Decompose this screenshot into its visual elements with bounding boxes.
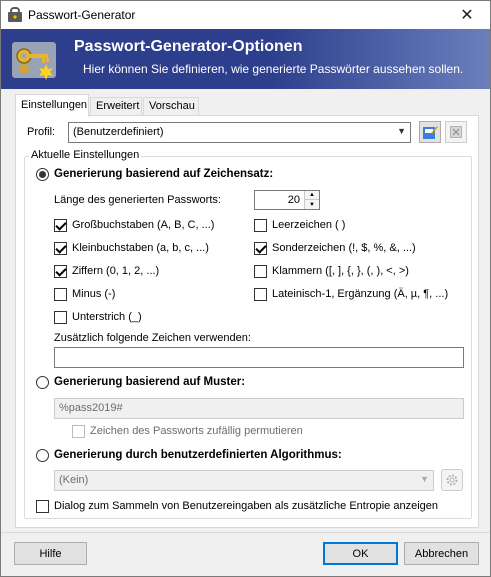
length-value: 20	[287, 194, 300, 206]
pattern-mode-radio[interactable]	[36, 376, 49, 389]
footer-separator	[1, 532, 490, 533]
tab-erweitert[interactable]: Erweitert	[90, 97, 142, 116]
tab-einstellungen[interactable]: Einstellungen	[15, 94, 89, 117]
brackets-checkbox[interactable]	[254, 265, 267, 278]
save-profile-icon	[423, 126, 438, 139]
algorithm-select[interactable]: (Kein) ▼	[54, 470, 434, 491]
space-checkbox[interactable]	[254, 219, 267, 232]
length-label: Länge des generierten Passworts:	[54, 194, 221, 206]
minus-label: Minus (-)	[72, 288, 116, 300]
special-checkbox[interactable]	[254, 242, 267, 255]
minus-checkbox[interactable]	[54, 288, 67, 301]
extra-chars-input[interactable]	[54, 347, 464, 368]
stepper-up-icon[interactable]: ▲	[304, 191, 319, 200]
save-profile-button[interactable]	[419, 121, 441, 143]
password-generator-window: Passwort-Generator ✕ Passwort-Generator-…	[0, 0, 491, 577]
underscore-label: Unterstrich (_)	[72, 311, 142, 323]
profile-label: Profil:	[27, 126, 56, 138]
help-button[interactable]: Hilfe	[14, 542, 87, 565]
header-banner: Passwort-Generator-Optionen Hier können …	[1, 29, 490, 89]
settings-panel: Profil: (Benutzerdefiniert) ▼ Aktuelle E…	[15, 115, 479, 528]
digits-label: Ziffern (0, 1, 2, ...)	[72, 265, 160, 277]
digits-checkbox[interactable]	[54, 265, 67, 278]
current-settings-legend: Aktuelle Einstellungen	[29, 149, 142, 161]
underscore-checkbox[interactable]	[54, 311, 67, 324]
charset-mode-label: Generierung basierend auf Zeichensatz:	[54, 168, 274, 180]
permute-label: Zeichen des Passworts zufällig permutier…	[90, 425, 303, 437]
special-label: Sonderzeichen (!, $, %, &, ...)	[272, 242, 416, 254]
extra-chars-label: Zusätzlich folgende Zeichen verwenden:	[54, 332, 251, 344]
gear-icon	[446, 474, 458, 486]
permute-checkbox[interactable]	[72, 425, 85, 438]
window-title: Passwort-Generator	[28, 8, 136, 22]
entropy-checkbox[interactable]	[36, 500, 49, 513]
cancel-button[interactable]: Abbrechen	[404, 542, 479, 565]
uppercase-label: Großbuchstaben (A, B, C, ...)	[72, 219, 215, 231]
algorithm-mode-radio[interactable]	[36, 449, 49, 462]
profile-select-value: (Benutzerdefiniert)	[73, 126, 164, 138]
latin1-label: Lateinisch-1, Ergänzung (Ä, µ, ¶, ...)	[272, 288, 449, 300]
algorithm-select-value: (Kein)	[59, 474, 89, 486]
length-stepper[interactable]: 20 ▲ ▼	[254, 190, 320, 210]
uppercase-checkbox[interactable]	[54, 219, 67, 232]
delete-profile-icon	[450, 126, 462, 138]
entropy-label: Dialog zum Sammeln von Benutzereingaben …	[54, 500, 439, 512]
ok-button[interactable]: OK	[323, 542, 398, 565]
pattern-input[interactable]: %pass2019#	[54, 398, 464, 419]
lowercase-checkbox[interactable]	[54, 242, 67, 255]
brackets-label: Klammern ([, ], {, }, (, ), <, >)	[272, 265, 409, 277]
title-bar[interactable]: Passwort-Generator ✕	[1, 1, 490, 29]
banner-title: Passwort-Generator-Optionen	[74, 38, 303, 55]
stepper-down-icon[interactable]: ▼	[304, 200, 319, 209]
charset-mode-radio[interactable]	[36, 168, 49, 181]
chevron-down-icon: ▼	[420, 474, 429, 484]
key-generator-icon	[12, 42, 56, 80]
delete-profile-button[interactable]	[445, 121, 467, 143]
profile-select[interactable]: (Benutzerdefiniert) ▼	[68, 122, 411, 143]
close-icon[interactable]: ✕	[444, 1, 490, 29]
pattern-mode-label: Generierung basierend auf Muster:	[54, 376, 246, 388]
algorithm-options-button[interactable]	[441, 469, 463, 491]
latin1-checkbox[interactable]	[254, 288, 267, 301]
space-label: Leerzeichen ( )	[272, 219, 346, 231]
current-settings-group: Aktuelle Einstellungen Generierung basie…	[24, 149, 472, 519]
lowercase-label: Kleinbuchstaben (a, b, c, ...)	[72, 242, 209, 254]
chevron-down-icon: ▼	[397, 126, 406, 136]
banner-subtitle: Hier können Sie definieren, wie generier…	[83, 62, 464, 76]
algorithm-mode-label: Generierung durch benutzerdefinierten Al…	[54, 449, 342, 461]
tab-vorschau[interactable]: Vorschau	[143, 97, 199, 116]
keepass-app-icon	[8, 7, 22, 22]
